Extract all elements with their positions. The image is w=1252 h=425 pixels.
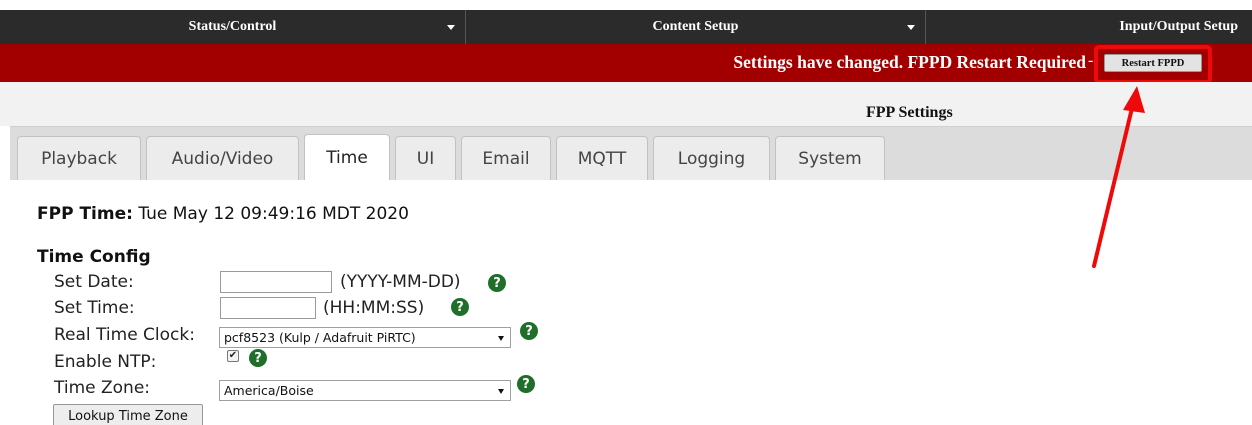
- fpp-time: FPP Time: Tue May 12 09:49:16 MDT 2020: [37, 204, 409, 224]
- tab-time[interactable]: Time: [304, 134, 390, 181]
- tab-playback[interactable]: Playback: [17, 136, 141, 181]
- banner-separator: -: [1088, 52, 1094, 69]
- set-date-label: Set Date:: [54, 272, 134, 292]
- chevron-down-icon: [498, 336, 504, 341]
- tab-mqtt[interactable]: MQTT: [556, 136, 648, 181]
- help-icon[interactable]: ?: [520, 322, 538, 340]
- restart-required-banner: Settings have changed. FPPD Restart Requ…: [0, 44, 1252, 82]
- nav-label: Status/Control: [188, 19, 277, 34]
- settings-tabs: Playback Audio/Video Time UI Email MQTT …: [10, 126, 1252, 181]
- enable-ntp-checkbox[interactable]: ✔: [227, 350, 239, 362]
- rtc-label: Real Time Clock:: [54, 325, 195, 345]
- tab-logging[interactable]: Logging: [653, 136, 770, 181]
- rtc-select[interactable]: pcf8523 (Kulp / Adafruit PiRTC): [219, 327, 511, 348]
- chevron-down-icon: [907, 25, 915, 30]
- nav-label: Content Setup: [652, 19, 739, 34]
- help-icon[interactable]: ?: [451, 298, 469, 316]
- enable-ntp-label: Enable NTP:: [54, 352, 157, 372]
- set-date-input[interactable]: [220, 271, 332, 293]
- tab-email[interactable]: Email: [461, 136, 551, 181]
- time-zone-selected-value: America/Boise: [224, 383, 314, 398]
- rtc-selected-value: pcf8523 (Kulp / Adafruit PiRTC): [224, 330, 416, 345]
- fpp-time-label: FPP Time:: [37, 204, 133, 224]
- time-zone-select[interactable]: America/Boise: [219, 380, 511, 401]
- chevron-down-icon: [498, 389, 504, 394]
- chevron-down-icon: [447, 25, 455, 30]
- settings-title-strip: FPP Settings: [0, 82, 1252, 126]
- help-icon[interactable]: ?: [488, 274, 506, 292]
- tab-ui[interactable]: UI: [395, 136, 456, 181]
- top-navigation: Status/Control Content Setup Input/Outpu…: [0, 10, 1252, 44]
- tab-audio-video[interactable]: Audio/Video: [146, 136, 299, 181]
- set-time-input[interactable]: [220, 297, 316, 319]
- fpp-time-value: Tue May 12 09:49:16 MDT 2020: [138, 204, 409, 224]
- time-config-heading: Time Config: [37, 247, 151, 267]
- restart-required-message: Settings have changed. FPPD Restart Requ…: [733, 52, 1086, 72]
- set-time-format-hint: (HH:MM:SS): [323, 298, 425, 318]
- time-settings-panel: FPP Time: Tue May 12 09:49:16 MDT 2020 T…: [0, 180, 1252, 425]
- nav-content-setup[interactable]: Content Setup: [466, 10, 926, 44]
- nav-status-control[interactable]: Status/Control: [0, 10, 466, 44]
- time-zone-label: Time Zone:: [54, 378, 151, 398]
- restart-fppd-button[interactable]: Restart FPPD: [1104, 54, 1202, 72]
- lookup-time-zone-button[interactable]: Lookup Time Zone: [53, 404, 203, 425]
- help-icon[interactable]: ?: [517, 375, 535, 393]
- tab-system[interactable]: System: [775, 136, 885, 181]
- help-icon[interactable]: ?: [249, 349, 267, 367]
- nav-input-output-setup[interactable]: Input/Output Setup: [926, 10, 1252, 44]
- nav-label: Input/Output Setup: [1119, 19, 1238, 34]
- page-title: FPP Settings: [866, 104, 953, 121]
- set-time-label: Set Time:: [54, 298, 135, 318]
- set-date-format-hint: (YYYY-MM-DD): [340, 272, 461, 292]
